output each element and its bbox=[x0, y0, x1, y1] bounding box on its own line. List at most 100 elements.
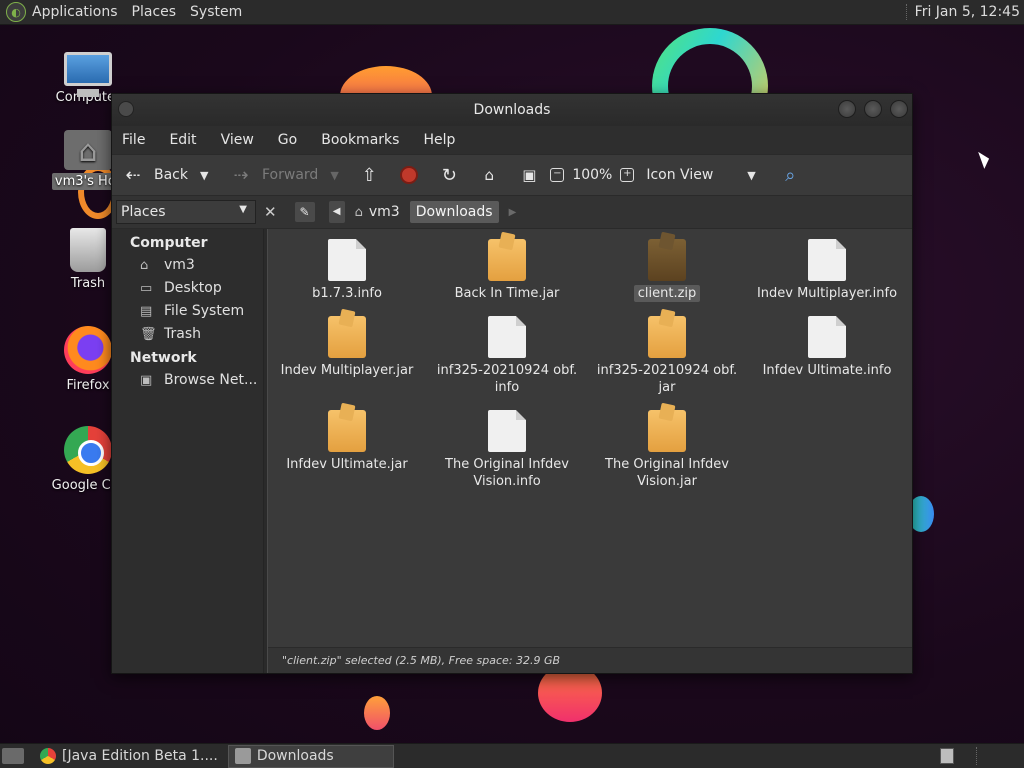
workspace-switcher[interactable] bbox=[940, 748, 954, 764]
crumb-downloads[interactable]: Downloads bbox=[409, 201, 499, 223]
package-file-icon bbox=[648, 410, 686, 452]
file-name: inf325-20210924 obf. info bbox=[436, 363, 578, 395]
up-arrow-icon[interactable]: ⇧ bbox=[358, 165, 380, 186]
desktop-icon: ▭ bbox=[140, 280, 153, 296]
file-item[interactable]: Indev Multiplayer.jar bbox=[272, 316, 422, 379]
sidebar-item-desktop[interactable]: ▭ Desktop bbox=[112, 277, 263, 300]
home-icon[interactable]: ⌂ bbox=[478, 166, 500, 184]
edit-location-icon[interactable]: ✎ bbox=[294, 202, 315, 222]
toolbar: ⇠ Back ▼ ⇢ Forward ▼ ⇧ ↻ ⌂ ▣ − 100% + Ic… bbox=[112, 154, 912, 196]
package-file-icon bbox=[648, 239, 686, 281]
forward-history-dropdown[interactable]: ▼ bbox=[330, 169, 342, 182]
forward-button[interactable]: ⇢ Forward bbox=[230, 160, 318, 190]
minimize-button[interactable] bbox=[838, 100, 856, 118]
file-item[interactable]: Back In Time.jar bbox=[432, 239, 582, 302]
package-file-icon bbox=[328, 316, 366, 358]
document-file-icon bbox=[328, 239, 366, 281]
places-sidebar: Computer ⌂ vm3 ▭ Desktop ▤ File System 🗑… bbox=[112, 229, 263, 673]
taskbar-item-downloads[interactable]: Downloads bbox=[227, 744, 394, 768]
document-file-icon bbox=[488, 316, 526, 358]
crumb-vm3[interactable]: ⌂ vm3 bbox=[349, 201, 406, 223]
sidebar-mode-select[interactable]: Places ▼ bbox=[116, 200, 256, 224]
file-item[interactable]: The Original Infdev Vision.info bbox=[432, 410, 582, 490]
distro-logo-icon[interactable]: ◐ bbox=[6, 2, 26, 22]
close-button[interactable] bbox=[890, 100, 908, 118]
maximize-button[interactable] bbox=[864, 100, 882, 118]
file-name: Indev Multiplayer.jar bbox=[280, 363, 414, 378]
menu-bookmarks[interactable]: Bookmarks bbox=[321, 132, 399, 148]
chrome-icon bbox=[40, 748, 56, 764]
crumb-right-arrow-icon[interactable]: ▶ bbox=[509, 207, 517, 218]
chevron-down-icon: ▼ bbox=[239, 204, 247, 215]
firefox-icon bbox=[64, 326, 112, 374]
back-history-dropdown[interactable]: ▼ bbox=[200, 169, 212, 182]
file-name: Infdev Ultimate.info bbox=[762, 363, 892, 378]
network-icon: ▣ bbox=[140, 372, 153, 388]
sidebar-heading-computer: Computer bbox=[130, 235, 208, 251]
sidebar-item-file-system[interactable]: ▤ File System bbox=[112, 300, 263, 323]
zoom-out-icon[interactable]: − bbox=[550, 168, 565, 182]
panel-separator bbox=[976, 747, 994, 765]
menu-file[interactable]: File bbox=[122, 132, 145, 148]
file-item[interactable]: Indev Multiplayer.info bbox=[752, 239, 902, 302]
window-titlebar[interactable]: Downloads bbox=[112, 94, 912, 126]
menubar: File Edit View Go Bookmarks Help bbox=[112, 126, 912, 154]
view-mode-dropdown-icon[interactable]: ▼ bbox=[747, 169, 759, 182]
zoom-level: 100% bbox=[572, 167, 613, 183]
file-item[interactable]: client.zip bbox=[592, 239, 742, 302]
places-menu[interactable]: Places bbox=[132, 4, 177, 20]
file-item[interactable]: Infdev Ultimate.info bbox=[752, 316, 902, 379]
sidebar-item-vm3[interactable]: ⌂ vm3 bbox=[112, 254, 263, 277]
wallpaper-shape bbox=[364, 696, 390, 730]
applications-menu[interactable]: Applications bbox=[32, 4, 118, 20]
menu-help[interactable]: Help bbox=[423, 132, 455, 148]
computer-icon[interactable]: ▣ bbox=[518, 166, 540, 184]
file-name: client.zip bbox=[633, 285, 701, 302]
search-icon[interactable]: ⌕ bbox=[779, 165, 801, 186]
sidebar-item-trash[interactable]: 🗑︎ Trash bbox=[112, 323, 263, 346]
file-name: Back In Time.jar bbox=[454, 286, 560, 301]
home-icon: ⌂ bbox=[140, 257, 149, 273]
file-name: b1.7.3.info bbox=[312, 286, 382, 301]
document-file-icon bbox=[808, 316, 846, 358]
bottom-panel: [Java Edition Beta 1.... Downloads bbox=[0, 743, 1024, 768]
panel-clock[interactable]: Fri Jan 5, 12:45 bbox=[905, 4, 1020, 20]
file-item[interactable]: inf325-20210924 obf. jar bbox=[592, 316, 742, 396]
chrome-icon bbox=[64, 426, 112, 474]
close-sidebar-icon[interactable]: ✕ bbox=[264, 203, 277, 221]
show-desktop-icon[interactable] bbox=[2, 748, 24, 764]
file-item[interactable]: The Original Infdev Vision.jar bbox=[592, 410, 742, 490]
menu-edit[interactable]: Edit bbox=[169, 132, 196, 148]
file-icon-view[interactable]: b1.7.3.info Back In Time.jar client.zip Ind… bbox=[268, 229, 912, 673]
reload-icon[interactable]: ↻ bbox=[438, 165, 460, 186]
sidebar-item-browse-network[interactable]: ▣ Browse Net... bbox=[112, 369, 263, 392]
zoom-in-icon[interactable]: + bbox=[620, 168, 635, 182]
package-file-icon bbox=[648, 316, 686, 358]
window-menu-button[interactable] bbox=[118, 101, 134, 117]
top-panel: ◐ Applications Places System Fri Jan 5, … bbox=[0, 0, 1024, 25]
taskbar-item-browser[interactable]: [Java Edition Beta 1.... bbox=[34, 745, 224, 768]
crumb-left-arrow-icon[interactable]: ◀ bbox=[328, 201, 345, 223]
file-item[interactable]: b1.7.3.info bbox=[272, 239, 422, 302]
file-manager-window: Downloads File Edit View Go Bookmarks He… bbox=[111, 93, 913, 674]
system-menu[interactable]: System bbox=[190, 4, 242, 20]
package-file-icon bbox=[328, 410, 366, 452]
folder-icon bbox=[234, 748, 251, 764]
menu-view[interactable]: View bbox=[221, 132, 254, 148]
trash-icon: 🗑︎ bbox=[140, 326, 157, 342]
file-name: Infdev Ultimate.jar bbox=[286, 457, 408, 472]
computer-icon bbox=[64, 52, 112, 97]
menu-go[interactable]: Go bbox=[278, 132, 297, 148]
back-button[interactable]: ⇠ Back bbox=[122, 160, 188, 190]
location-bar: Places ▼ ✕ ✎ ◀ ⌂ vm3 Downloads ▶ bbox=[112, 196, 912, 229]
file-name: inf325-20210924 obf. jar bbox=[596, 363, 738, 395]
back-arrow-icon: ⇠ bbox=[125, 164, 141, 186]
sidebar-heading-network: Network bbox=[130, 350, 197, 366]
file-item[interactable]: Infdev Ultimate.jar bbox=[272, 410, 422, 473]
package-file-icon bbox=[488, 239, 526, 281]
file-item[interactable]: inf325-20210924 obf. info bbox=[432, 316, 582, 396]
stop-icon[interactable] bbox=[400, 166, 419, 184]
file-name: The Original Infdev Vision.jar bbox=[605, 457, 729, 489]
window-title: Downloads bbox=[473, 102, 551, 118]
view-mode-select[interactable]: Icon View bbox=[646, 167, 713, 183]
